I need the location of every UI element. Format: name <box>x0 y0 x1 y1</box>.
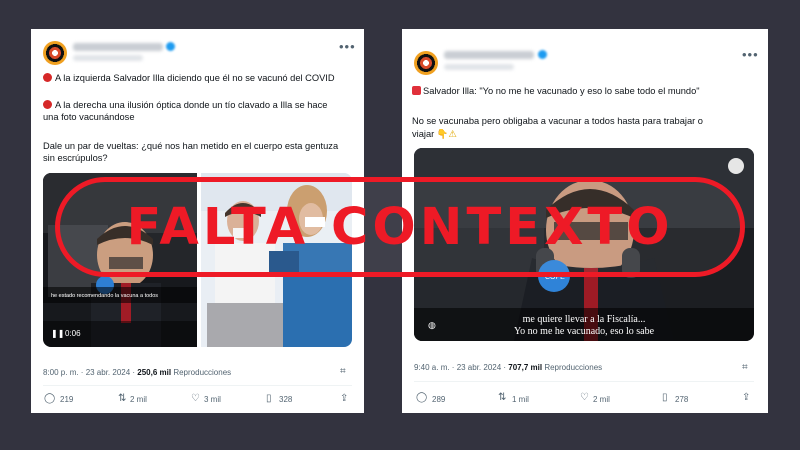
tweet-text-line: Dale un par de vueltas: ¿qué nos han met… <box>43 141 339 151</box>
reply-icon[interactable]: ◯ <box>416 392 427 403</box>
pause-icon[interactable]: ❚❚ <box>51 329 64 338</box>
community-notes-icon[interactable]: ⌗ <box>742 362 748 373</box>
verified-badge-icon <box>166 42 175 51</box>
video-caption: he estado recomendando la vacuna a todos <box>51 293 158 299</box>
bookmark-icon[interactable]: ▯ <box>662 392 668 403</box>
red-circle-icon <box>43 73 52 82</box>
tweet-text-line: No se vacunaba pero obligaba a vacunar a… <box>412 116 703 126</box>
author-handle-blurred <box>73 55 143 61</box>
retweet-count: 1 mil <box>512 395 529 404</box>
pointing-down-icon: 👇 <box>436 129 449 139</box>
reply-count: 219 <box>60 395 74 404</box>
author-handle-blurred <box>444 64 514 70</box>
video-subtitle: Yo no me he vacunado, eso lo sabe <box>514 326 655 337</box>
retweet-icon[interactable]: ⇅ <box>498 392 506 403</box>
tweet-text-line: una foto vacunándose <box>43 112 135 122</box>
tweet-text-line: A la derecha una ilusión óptica donde un… <box>43 99 327 111</box>
avatar[interactable] <box>414 51 438 75</box>
tweet-meta: 8:00 p. m. · 23 abr. 2024 · 250,6 mil Re… <box>43 368 232 377</box>
like-count: 3 mil <box>204 395 221 404</box>
tweet-text-line: A la izquierda Salvador Illa diciendo qu… <box>43 72 335 84</box>
globe-icon[interactable]: ◍ <box>428 320 436 331</box>
divider <box>43 385 352 386</box>
reply-icon[interactable]: ◯ <box>44 393 55 404</box>
video-subtitle: me quiere llevar a la Fiscalía... <box>523 314 646 325</box>
verified-badge-icon <box>538 50 547 59</box>
like-icon[interactable]: ♡ <box>580 392 589 403</box>
red-circle-icon <box>43 100 52 109</box>
retweet-count: 2 mil <box>130 395 147 404</box>
reply-count: 289 <box>432 395 446 404</box>
share-icon[interactable]: ⇪ <box>340 393 348 404</box>
video-timer: 0:06 <box>65 329 81 338</box>
like-icon[interactable]: ♡ <box>191 393 200 404</box>
author-name-blurred[interactable] <box>444 51 534 59</box>
fact-check-stamp: FALTA CONTEXTO <box>55 177 745 277</box>
community-notes-icon[interactable]: ⌗ <box>340 366 346 377</box>
avatar[interactable] <box>43 41 67 65</box>
stamp-text: FALTA CONTEXTO <box>126 197 674 257</box>
tweet-text-line: sin escrúpulos? <box>43 153 108 163</box>
bookmark-count: 328 <box>279 395 293 404</box>
retweet-icon[interactable]: ⇅ <box>118 393 126 404</box>
siren-icon <box>412 86 421 95</box>
bookmark-count: 278 <box>675 395 689 404</box>
tweet-meta: 9:40 a. m. · 23 abr. 2024 · 707,7 mil Re… <box>414 363 603 372</box>
share-icon[interactable]: ⇪ <box>742 392 750 403</box>
warning-icon: ⚠ <box>448 129 457 139</box>
tweet-text-line: Salvador Illa: "Yo no me he vacunado y e… <box>412 85 700 97</box>
like-count: 2 mil <box>593 395 610 404</box>
bookmark-icon[interactable]: ▯ <box>266 393 272 404</box>
more-icon[interactable]: ••• <box>339 39 356 54</box>
divider <box>414 381 754 382</box>
more-icon[interactable]: ••• <box>742 47 759 62</box>
tweet-text-line: viajar 👇⚠ <box>412 129 457 139</box>
author-name-blurred[interactable] <box>73 43 163 51</box>
